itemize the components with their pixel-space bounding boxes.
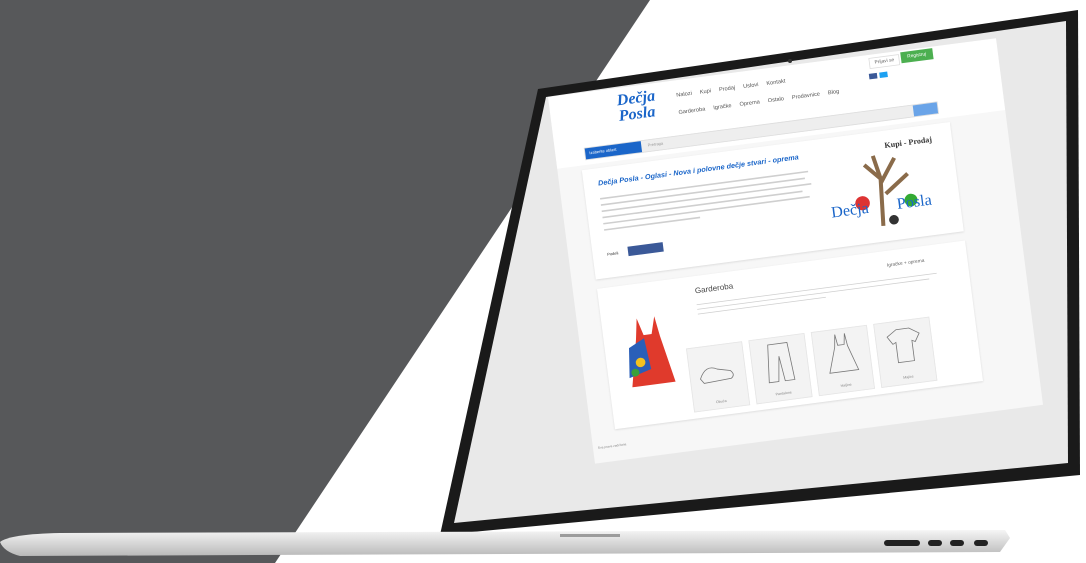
search-button[interactable] (912, 102, 939, 117)
nav-primary: Nalozi Kupi Prodaj Uslovi Kontakt (676, 78, 792, 99)
tile-label: Haljine (840, 382, 852, 388)
nav-item[interactable]: Blog (828, 89, 840, 96)
dress-icon (629, 316, 676, 388)
share-label: Podeli (607, 251, 619, 258)
twitter-icon[interactable] (879, 71, 888, 79)
shoes-icon (700, 367, 734, 384)
dress-outline-icon (829, 333, 860, 374)
category-tile[interactable]: Majice (873, 316, 938, 388)
port (884, 540, 920, 546)
facebook-icon[interactable] (868, 72, 878, 80)
hero-text-line (601, 183, 812, 213)
login-button[interactable]: Prijavi se (868, 54, 901, 70)
nav-item[interactable]: Kontakt (766, 79, 786, 87)
laptop-base (0, 530, 1010, 556)
tile-label: Obuća (715, 398, 727, 405)
hero-text-line (604, 216, 701, 231)
category-link[interactable]: Igračke + oprema (887, 259, 925, 269)
port (974, 540, 988, 546)
nav-item[interactable]: Nalozi (676, 91, 692, 99)
category-title: Garderoba (694, 282, 734, 296)
tree-illustration: Kupi - Prodaj Dečja Posla (823, 131, 955, 240)
footer-note: Sva prava zadržana (597, 442, 627, 450)
category-tile[interactable]: Haljine (810, 324, 875, 397)
shirt-icon (886, 327, 920, 364)
port (950, 540, 964, 546)
nav-item[interactable]: Ostalo (767, 96, 784, 104)
nav-item[interactable]: Prodaj (719, 85, 736, 93)
tile-label: Majice (902, 374, 914, 380)
nav-item[interactable]: Uslovi (743, 82, 759, 89)
tile-label: Pantalone (775, 390, 793, 397)
port (928, 540, 942, 546)
nav-item[interactable]: Oprema (739, 99, 760, 107)
nav-item[interactable]: Kupi (700, 88, 712, 95)
facebook-share-button[interactable] (627, 242, 664, 257)
register-button[interactable]: Registruj (900, 48, 934, 64)
pants-icon (767, 342, 796, 384)
laptop: Dečja Posla Nalozi Kupi Prodaj Uslovi Ko… (440, 5, 1080, 535)
nav-item[interactable]: Prodavnice (792, 91, 821, 100)
website-page: Dečja Posla Nalozi Kupi Prodaj Uslovi Ko… (548, 38, 1043, 464)
category-tile[interactable]: Pantalone (748, 333, 813, 405)
nav-item[interactable]: Igračke (713, 103, 732, 111)
nav-item[interactable]: Garderoba (678, 107, 705, 116)
category-tile[interactable]: Obuća (686, 341, 751, 413)
laptop-ports (880, 536, 1000, 550)
social-links (868, 68, 919, 88)
site-logo[interactable]: Dečja Posla (616, 87, 669, 129)
